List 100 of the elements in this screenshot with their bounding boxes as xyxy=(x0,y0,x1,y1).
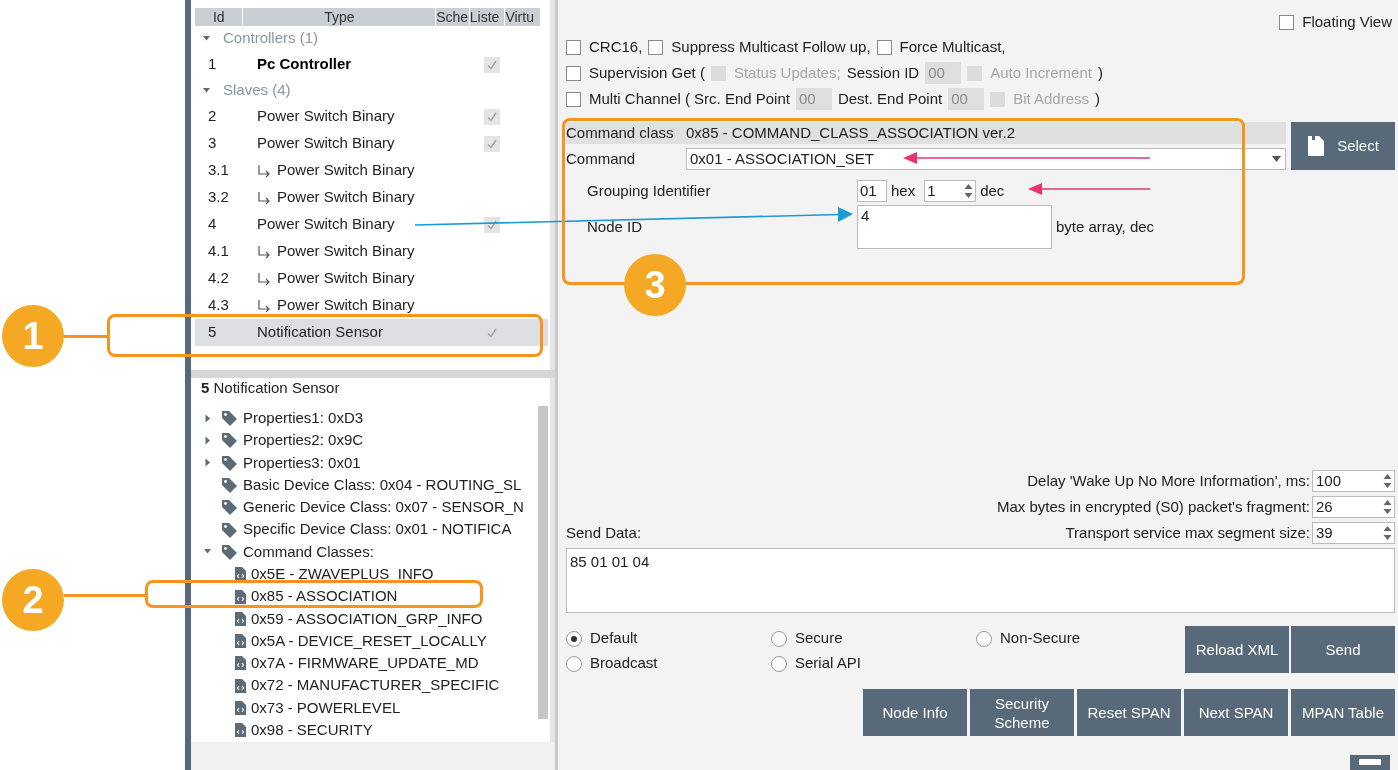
file-icon xyxy=(233,588,247,605)
tree-label: 0x59 - ASSOCIATION_GRP_INFO xyxy=(251,608,483,629)
unit-label: byte array, dec xyxy=(1056,216,1155,237)
node-id: 4.2 xyxy=(207,268,230,289)
tree-label: Properties1: 0xD3 xyxy=(243,407,364,428)
action-button[interactable]: Reload XML xyxy=(1185,626,1289,673)
tree-label: Properties2: 0x9C xyxy=(243,430,364,451)
tree-item[interactable]: 0x5A - DEVICE_RESET_LOCALLY xyxy=(191,629,538,653)
tree-item[interactable]: Command Classes: xyxy=(191,540,538,564)
radio-label: Non-Secure xyxy=(1000,628,1081,649)
node-id-field[interactable]: 4 xyxy=(857,205,1052,249)
column-header[interactable]: Liste xyxy=(469,8,505,26)
action-button[interactable]: Security Scheme xyxy=(970,689,1074,736)
checkbox[interactable] xyxy=(1279,14,1295,30)
tree-label: 0x5A - DEVICE_RESET_LOCALLY xyxy=(251,630,487,651)
expand-caret-icon[interactable] xyxy=(203,458,212,468)
spinner-arrows-icon[interactable] xyxy=(964,182,974,200)
tree-label: Properties3: 0x01 xyxy=(243,452,361,473)
checkbox[interactable] xyxy=(876,39,892,55)
tree-item[interactable]: Properties2: 0x9C xyxy=(191,429,538,452)
radio-button[interactable] xyxy=(566,655,582,672)
node-id: 3.1 xyxy=(207,160,230,181)
action-button[interactable]: Node Info xyxy=(863,689,967,736)
spinner-arrows-icon[interactable] xyxy=(1383,524,1392,542)
radio-label: Serial API xyxy=(795,653,861,674)
tree-item[interactable]: 0x98 - SECURITY xyxy=(191,719,538,742)
toolbar-button[interactable] xyxy=(1350,755,1390,770)
file-icon xyxy=(233,566,247,583)
column-header[interactable]: Id xyxy=(195,8,243,26)
field-label: Command class xyxy=(566,122,675,143)
radio-label: Broadcast xyxy=(590,653,658,674)
checkbox-label: Force Multicast, xyxy=(899,36,1006,57)
child-arrow-icon xyxy=(257,163,271,178)
checkbox-label: Supervision Get ( xyxy=(589,62,705,83)
tree-item[interactable]: Basic Device Class: 0x04 - ROUTING_SL xyxy=(191,473,538,497)
node-id: 3.2 xyxy=(207,187,230,208)
action-button[interactable]: Next SPAN xyxy=(1184,689,1288,736)
node-row[interactable]: 5 Notification Sensor xyxy=(195,319,548,346)
column-header[interactable]: Sche xyxy=(436,8,469,26)
number-spinner[interactable]: 26 xyxy=(1312,496,1395,518)
child-arrow-icon xyxy=(257,190,271,205)
node-type: Power Switch Binary xyxy=(257,106,395,127)
spinner-arrows-icon[interactable] xyxy=(1383,472,1392,490)
tree-item[interactable]: 0x73 - POWERLEVEL xyxy=(191,696,538,720)
field-label: Command xyxy=(566,148,637,169)
send-data-field[interactable]: 85 01 01 04 xyxy=(566,548,1395,613)
hex-field[interactable]: 01 xyxy=(857,180,887,202)
spinner-arrows-icon[interactable] xyxy=(1383,498,1392,516)
action-button[interactable]: Reset SPAN xyxy=(1077,689,1181,736)
checkbox[interactable] xyxy=(566,39,581,55)
expand-caret-icon[interactable] xyxy=(203,435,212,445)
tag-icon xyxy=(220,521,238,538)
dropdown-caret-icon xyxy=(1272,156,1281,162)
tree-label: Basic Device Class: 0x04 - ROUTING_SL xyxy=(243,474,522,495)
tag-icon xyxy=(220,543,238,560)
checkbox[interactable] xyxy=(566,91,581,107)
file-icon xyxy=(233,722,247,739)
tree-label: 0x98 - SECURITY xyxy=(251,720,373,741)
radio-button[interactable] xyxy=(976,630,992,647)
tree-item[interactable]: 0x7A - FIRMWARE_UPDATE_MD xyxy=(191,652,538,675)
node-id: 1 xyxy=(207,54,218,75)
parameter-label: Node ID xyxy=(587,216,644,237)
collapse-caret-icon[interactable] xyxy=(202,86,211,95)
node-id: 4.3 xyxy=(207,295,230,316)
command-dropdown[interactable]: 0x01 - ASSOCIATION_SET xyxy=(686,148,1286,170)
column-header[interactable]: Type xyxy=(243,8,436,26)
tree-label: 0x7A - FIRMWARE_UPDATE_MD xyxy=(251,653,479,674)
checkbox[interactable] xyxy=(566,65,581,81)
number-spinner[interactable]: 1 xyxy=(924,180,977,202)
number-spinner[interactable]: 100 xyxy=(1312,470,1395,492)
radio-button[interactable] xyxy=(566,630,582,647)
collapse-caret-icon[interactable] xyxy=(202,34,211,43)
radio-button[interactable] xyxy=(771,655,787,672)
action-button[interactable]: Send xyxy=(1291,626,1395,673)
tag-icon xyxy=(220,432,238,449)
radio-label: Default xyxy=(590,628,638,649)
tree-item[interactable]: Properties1: 0xD3 xyxy=(191,407,538,430)
option-label: ) xyxy=(1097,62,1103,83)
setting-label: Max bytes in encrypted (S0) packet's fragment: xyxy=(997,496,1310,517)
tree-item[interactable]: 0x59 - ASSOCIATION_GRP_INFO xyxy=(191,607,538,630)
tree-item[interactable]: Properties3: 0x01 xyxy=(191,451,538,474)
file-icon xyxy=(233,700,247,716)
expand-caret-icon[interactable] xyxy=(203,413,212,423)
scrollbar-thumb[interactable] xyxy=(538,406,548,719)
unit-label: dec xyxy=(980,180,1005,201)
select-button[interactable]: Select xyxy=(1291,122,1395,170)
column-header[interactable]: Virtu xyxy=(505,8,540,26)
tree-item[interactable]: 0x5E - ZWAVEPLUS_INFO xyxy=(191,563,538,586)
action-button[interactable]: MPAN Table xyxy=(1291,689,1395,736)
tree-label: 0x85 - ASSOCIATION xyxy=(251,586,398,607)
radio-button[interactable] xyxy=(771,630,787,647)
tree-label: Command Classes: xyxy=(243,541,374,562)
tree-item[interactable]: Generic Device Class: 0x07 - SENSOR_N xyxy=(191,496,538,519)
panel-title: 5 Notification Sensor xyxy=(201,377,340,398)
number-spinner[interactable]: 39 xyxy=(1312,522,1395,544)
tree-item[interactable]: 0x85 - ASSOCIATION xyxy=(191,585,538,608)
tree-item[interactable]: Specific Device Class: 0x01 - NOTIFICA xyxy=(191,518,538,541)
checkbox-label: Multi Channel ( Src. End Point xyxy=(589,88,790,109)
tree-item[interactable]: 0x72 - MANUFACTURER_SPECIFIC xyxy=(191,674,538,697)
checkbox[interactable] xyxy=(648,39,664,55)
